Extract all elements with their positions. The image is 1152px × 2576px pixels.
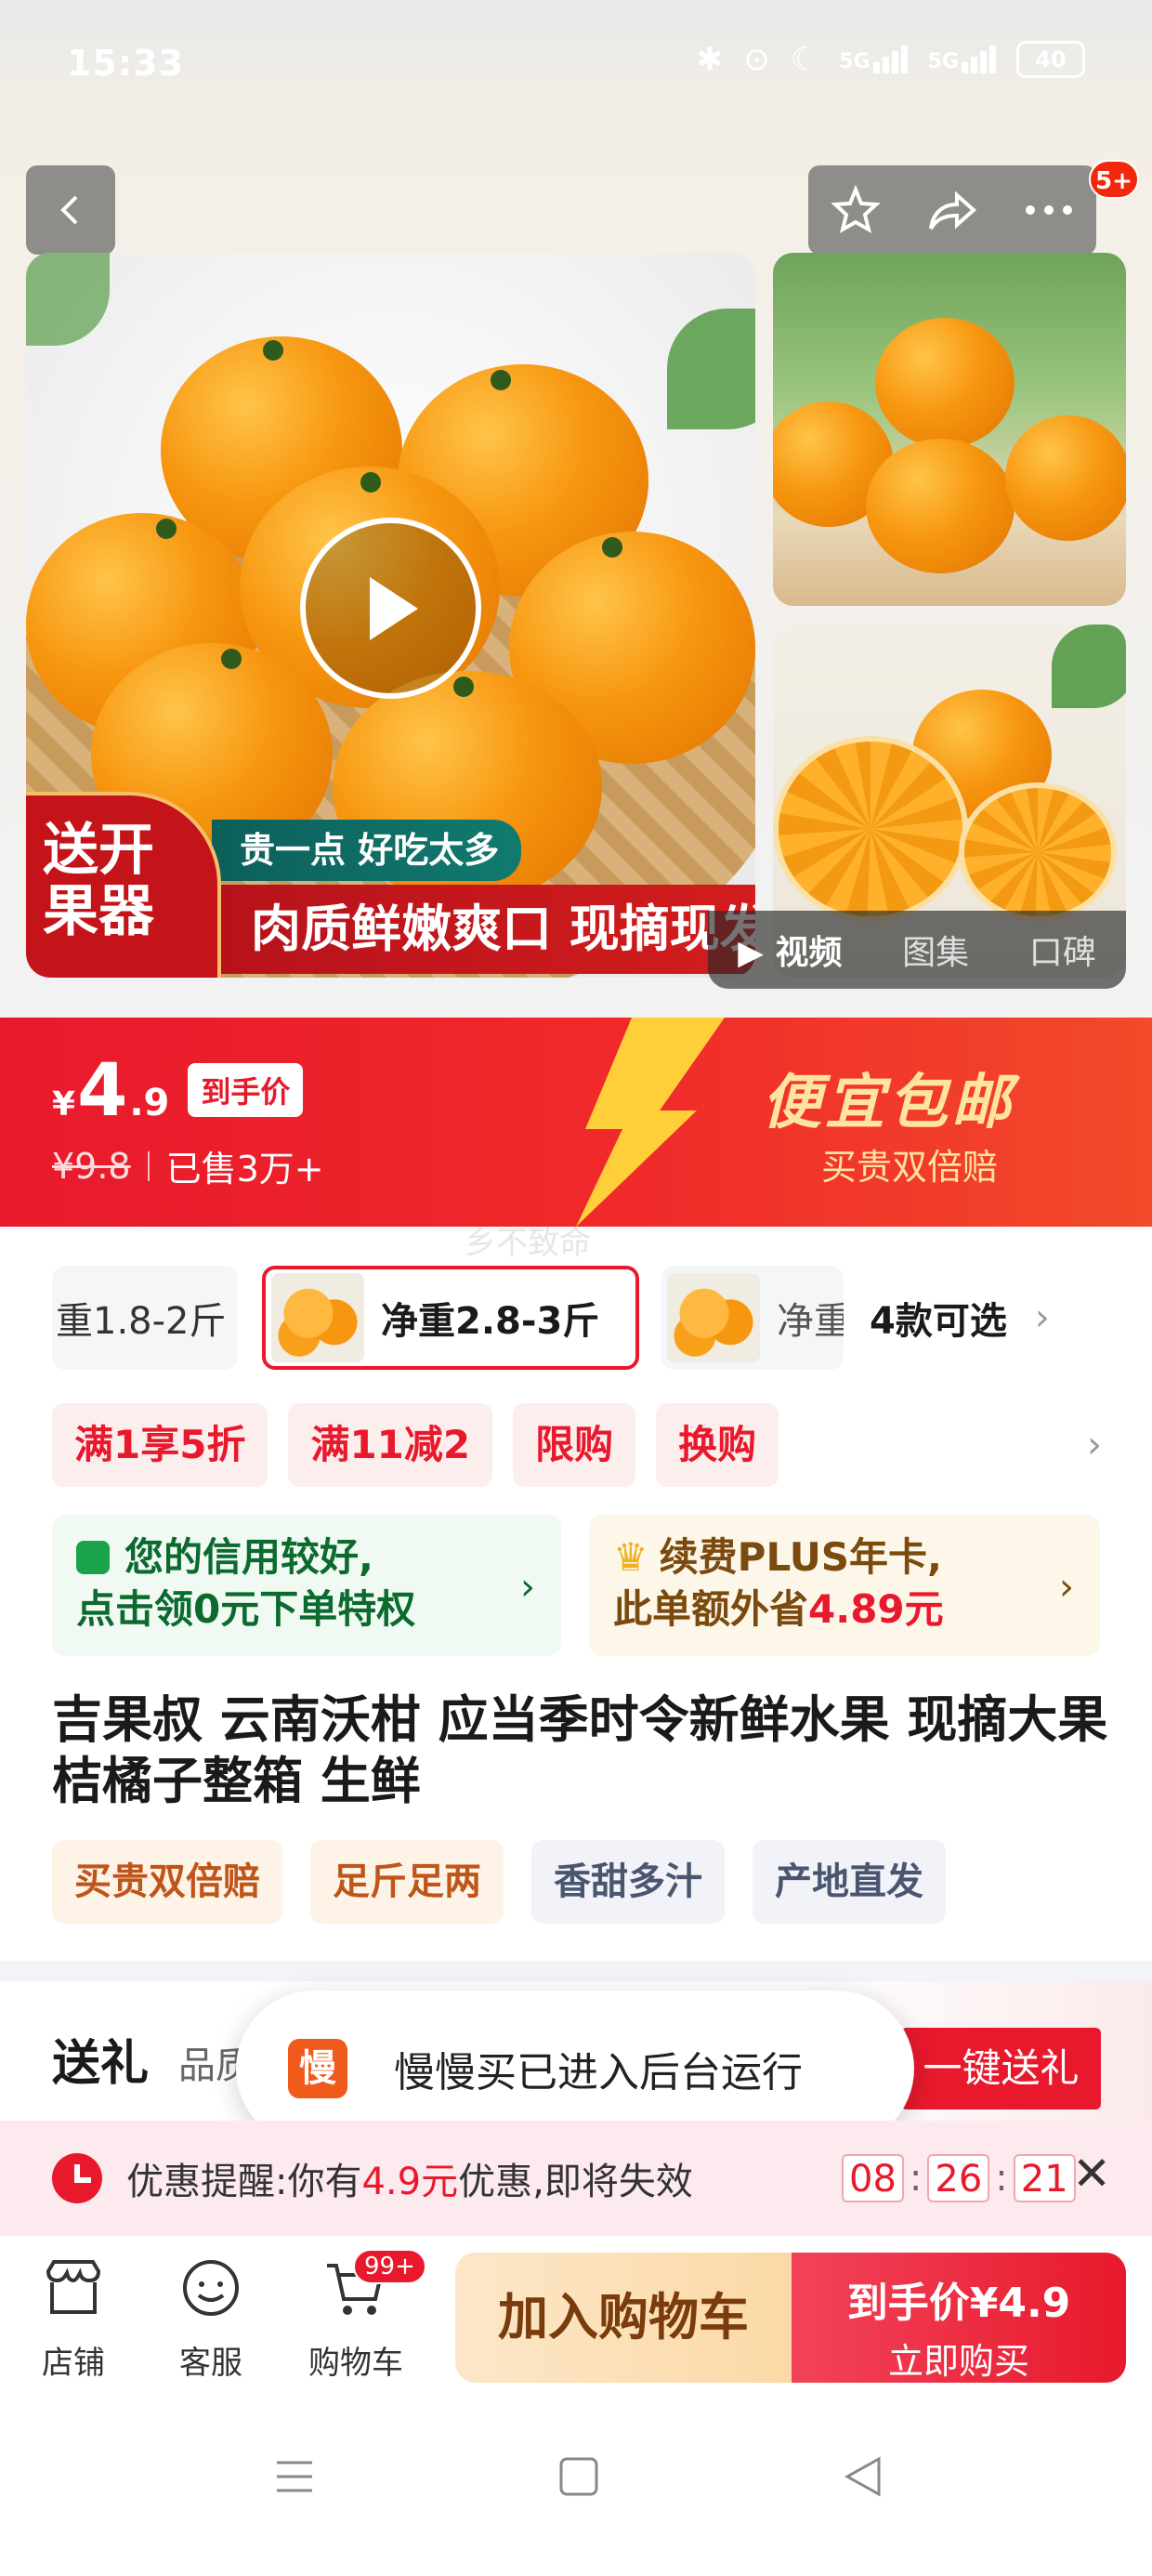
spec-selector: 重1.8-2斤 净重2.8-3斤 净重 4款可选 › — [52, 1266, 1130, 1370]
shopping-bag-icon — [76, 1541, 110, 1574]
coupon-tag[interactable]: 满1享5折 — [52, 1403, 268, 1487]
original-price: ¥9.8 — [52, 1145, 131, 1187]
spec-more-count[interactable]: 4款可选 — [870, 1291, 1007, 1345]
tab-reviews[interactable]: 口碑 — [1029, 926, 1096, 974]
media-tabs: ▶ 视频 图集 口碑 — [708, 911, 1126, 989]
app-icon: 慢 — [288, 2039, 347, 2098]
leaf-decoration — [667, 309, 755, 429]
close-icon[interactable]: ✕ — [1072, 2147, 1111, 2201]
clock-icon — [52, 2153, 102, 2203]
chevron-right-icon: › — [1059, 1566, 1074, 1609]
home-icon[interactable] — [557, 2455, 600, 2498]
plus-membership-banner[interactable]: ♛ 续费PLUS年卡, 此单额外省4.89元 › — [589, 1515, 1100, 1656]
section-divider — [0, 1961, 1152, 1981]
spec-option[interactable]: 净重 — [661, 1266, 844, 1370]
star-icon[interactable] — [830, 184, 882, 236]
back-triangle-icon[interactable] — [842, 2455, 884, 2498]
top-action-bar — [808, 165, 1096, 255]
watermark-text: 乡不致命 — [465, 1225, 591, 1262]
gift-title: 送礼 — [52, 2036, 150, 2092]
coupon-tag[interactable]: 满11减2 — [288, 1403, 493, 1487]
moon-icon: ☾ — [790, 41, 819, 78]
store-icon — [46, 2260, 101, 2314]
promo-gift-tag: 送开果器 — [26, 792, 221, 978]
main-product-image[interactable]: 贵一点 好吃太多 肉质鲜嫩爽口 现摘现发 送开果器 — [26, 253, 755, 978]
signal-icon: 5G — [839, 46, 908, 73]
customer-service-button[interactable]: 客服 — [160, 2258, 262, 2383]
chevron-right-icon[interactable]: › — [1087, 1424, 1102, 1466]
status-icons: ✱ ⊙ ☾ 5G 5G 40 — [697, 41, 1085, 78]
message-count-badge: 5+ — [1089, 160, 1139, 199]
system-nav-bar — [0, 2394, 1152, 2576]
chevron-right-icon: › — [520, 1566, 535, 1609]
spec-option-selected[interactable]: 净重2.8-3斤 — [262, 1266, 639, 1370]
sold-count: 已售3万+ — [165, 1149, 324, 1189]
product-tags: 买贵双倍赔 足斤足两 香甜多汁 产地直发 — [52, 1840, 946, 1924]
free-shipping-slogan: 便宜包邮 — [762, 1069, 1015, 1137]
tab-video[interactable]: ▶ 视频 — [738, 926, 842, 974]
leaf-decoration — [26, 253, 110, 346]
reminder-text: 优惠提醒:你有4.9元优惠,即将失效 — [126, 2161, 693, 2203]
price-block: ¥ 4 .9 到手价 ¥9.8 已售3万+ — [52, 1049, 324, 1191]
chevron-right-icon[interactable]: › — [1035, 1296, 1050, 1339]
cart-button[interactable]: 99+ 购物车 — [305, 2249, 426, 2383]
price-banner: ¥ 4 .9 到手价 ¥9.8 已售3万+ 便宜包邮 买贵双倍赔 — [0, 1018, 1152, 1227]
credit-card-banner[interactable]: 您的信用较好, 点击领0元下单特权 › — [52, 1515, 561, 1656]
back-arrow-icon — [60, 195, 78, 225]
signal-icon-2: 5G — [928, 46, 996, 73]
gallery-thumbnail[interactable] — [773, 253, 1126, 606]
battery-icon: 40 — [1016, 41, 1085, 78]
add-to-cart-button[interactable]: 加入购物车 — [455, 2253, 792, 2383]
bluetooth-icon: ✱ — [696, 41, 724, 78]
play-video-button[interactable] — [300, 518, 481, 699]
tab-gallery[interactable]: 图集 — [902, 926, 969, 974]
toast-message: 慢慢买已进入后台运行 — [394, 2049, 803, 2096]
product-tag: 买贵双倍赔 — [52, 1840, 282, 1924]
store-button[interactable]: 店铺 — [22, 2258, 124, 2383]
coupon-tag[interactable]: 换购 — [656, 1403, 779, 1487]
status-bar: 15:33 ✱ ⊙ ☾ 5G 5G 40 — [0, 0, 1152, 139]
coupon-list: 满1享5折 满11减2 限购 换购 › — [52, 1403, 1102, 1487]
buy-now-button[interactable]: 到手价¥4.9 立即购买 — [792, 2253, 1126, 2383]
promo-banner: 肉质鲜嫩爽口 现摘现发 — [203, 885, 755, 974]
more-icon[interactable] — [1023, 201, 1075, 219]
discount-reminder: 优惠提醒:你有4.9元优惠,即将失效 08: 26: 21 ✕ — [0, 2121, 1152, 2236]
spec-thumbnail — [667, 1273, 760, 1362]
product-tag: 足斤足两 — [310, 1840, 504, 1924]
share-icon[interactable] — [925, 184, 979, 236]
product-gallery: 5+ 贵一点 好吃太多 肉质鲜嫩爽口 现摘现发 送开果器 ▶ 视频 图集 口碑 — [0, 139, 1152, 1018]
location-icon: ⊙ — [743, 41, 770, 78]
product-tag: 香甜多汁 — [531, 1840, 725, 1924]
product-title: 吉果叔 云南沃柑 应当季时令新鲜水果 现摘大果 桔橘子整箱 生鲜 — [52, 1690, 1108, 1810]
price-guarantee: 买贵双倍赔 — [821, 1147, 999, 1188]
product-tag: 产地直发 — [753, 1840, 946, 1924]
coupon-tag[interactable]: 限购 — [513, 1403, 636, 1487]
spec-option[interactable]: 重1.8-2斤 — [52, 1266, 238, 1370]
crown-icon: ♛ — [613, 1534, 648, 1580]
countdown-timer: 08: 26: 21 — [842, 2154, 1076, 2202]
chat-face-icon — [183, 2260, 239, 2316]
status-time: 15:33 — [67, 43, 184, 84]
back-button[interactable] — [26, 165, 115, 255]
spec-thumbnail — [271, 1273, 364, 1362]
play-icon — [369, 576, 418, 640]
cart-count-badge: 99+ — [353, 2249, 426, 2284]
final-price-label: 到手价 — [188, 1063, 304, 1117]
promo-subtitle: 贵一点 好吃太多 — [212, 820, 522, 881]
lightning-icon — [576, 1018, 725, 1227]
menu-icon[interactable] — [273, 2455, 316, 2498]
bottom-action-bar: 店铺 客服 99+ 购物车 加入购物车 到手价¥4.9 立即购买 — [0, 2236, 1152, 2394]
final-price: ¥ 4 .9 到手价 — [52, 1049, 324, 1133]
send-gift-button[interactable]: 一键送礼 — [901, 2028, 1101, 2109]
